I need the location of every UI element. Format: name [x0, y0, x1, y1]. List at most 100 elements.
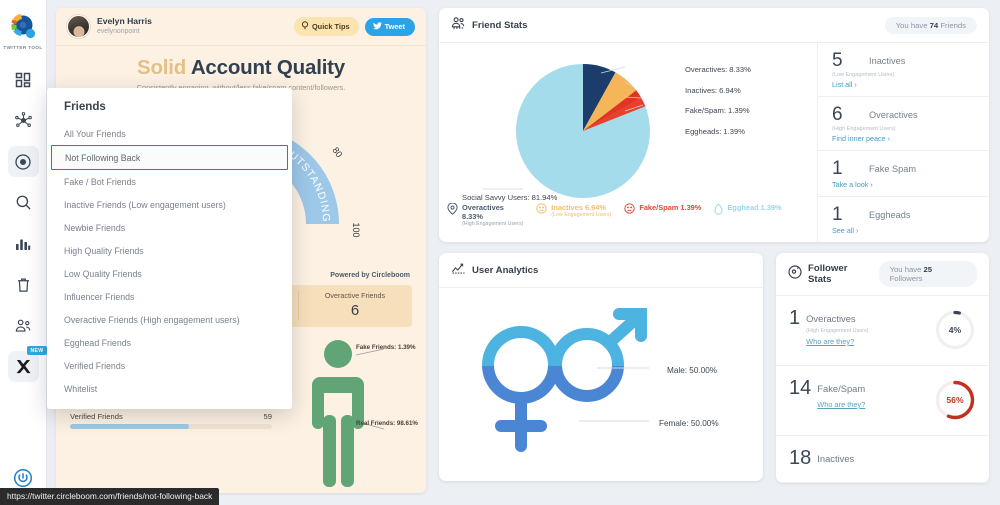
follower-count-badge: You have 25 Followers	[878, 261, 977, 287]
app-logo-label: TWITTER TOOL	[3, 45, 43, 50]
legend-value: 8.33%	[462, 212, 483, 222]
quick-tips-button[interactable]: Quick Tips	[293, 17, 359, 36]
dropdown-item-verified-friends[interactable]: Verified Friends	[47, 354, 292, 377]
legend-value: 6.94%	[584, 202, 606, 212]
sad-face-icon	[536, 203, 547, 216]
search-icon	[15, 194, 32, 211]
egg-icon	[714, 203, 723, 217]
dropdown-item-all-your-friends[interactable]: All Your Friends	[47, 122, 292, 145]
side-stat-inactives: 5 Inactives (Low Engagement Users) List …	[818, 43, 989, 97]
row-name: Fake/Spam	[817, 383, 866, 394]
row-texts: Fake/Spam Who are they?	[817, 379, 865, 409]
user-analytics-title: User Analytics	[472, 264, 539, 276]
pie-label: Eggheads: 1.39%	[685, 126, 745, 136]
dropdown-item-whitelist[interactable]: Whitelist	[47, 377, 292, 400]
legend-text: Inactives 6.94% (Low Engagement Users)	[551, 203, 611, 219]
counter-value: 6	[350, 302, 360, 319]
dropdown-item-overactive-friends[interactable]: Overactive Friends (High engagement user…	[47, 308, 292, 331]
badge-prefix: You have	[895, 20, 928, 30]
dropdown-title: Friends	[64, 100, 106, 113]
row-number: 14	[789, 377, 812, 399]
legend-name: Inactives	[551, 202, 583, 212]
header-actions: Quick Tips Tweet	[293, 17, 415, 36]
legend-sub: (Low Engagement Users)	[551, 212, 612, 219]
follower-stats-header: Follower Stats You have 25 Followers	[776, 253, 989, 296]
bar-chart-icon	[15, 236, 31, 252]
follower-stats-title: Follower Stats	[808, 263, 848, 285]
stat-link[interactable]: Find inner peace ›	[832, 134, 989, 143]
app-root: TWITTER TOOL NEW Evelyn Harris evelynonp…	[0, 0, 1000, 505]
dropdown-item-high-quality-friends[interactable]: High Quality Friends	[47, 239, 292, 262]
stat-name: Inactives	[869, 55, 906, 66]
sidebar-item-delete[interactable]	[8, 269, 39, 300]
sidebar-item-circle[interactable]	[7, 146, 39, 177]
legend-name: Overactives	[462, 202, 504, 212]
dropdown-item-low-quality-friends[interactable]: Low Quality Friends	[47, 262, 292, 285]
sidebar-item-dashboard[interactable]	[8, 64, 39, 95]
row-link[interactable]: Who are they?	[817, 400, 865, 409]
dropdown-item-not-following-back[interactable]: Not Following Back	[51, 145, 288, 170]
dropdown-item-egghead-friends[interactable]: Egghead Friends	[47, 331, 292, 354]
progress-ring: 4%	[934, 309, 976, 351]
sidebar-item-analytics[interactable]	[8, 228, 39, 259]
dropdown-item-inactive-friends[interactable]: Inactive Friends (Low engagement users)	[47, 193, 292, 216]
friend-stats-header: Friend Stats You have 74 Friends	[439, 8, 989, 43]
pie-label-list: Overactives: 8.33% Inactives: 6.94% Fake…	[685, 65, 751, 147]
right-column: Friend Stats You have 74 Friends Overact…	[439, 8, 989, 483]
left-sidebar: TWITTER TOOL NEW	[0, 0, 47, 505]
side-stat-overactives: 6 Overactives (High Engagement Users) Fi…	[818, 97, 989, 151]
friend-stats-title: Friend Stats	[472, 19, 528, 31]
legend-name: Egghead	[727, 202, 759, 212]
dropdown-item-newbie-friends[interactable]: Newbie Friends	[47, 216, 292, 239]
stat-link[interactable]: List all ›	[832, 80, 989, 89]
stat-link[interactable]: Take a look ›	[832, 180, 989, 189]
user-analytics-card: User Analytics Male: 50.00% Female: 50.0…	[439, 253, 763, 481]
fake-friends-annotation: Fake Friends: 1.39%	[356, 344, 416, 351]
stat-number: 1	[832, 158, 843, 179]
bar-track	[70, 424, 272, 429]
male-label: Male: 50.00%	[667, 366, 718, 375]
stat-link[interactable]: See all ›	[832, 226, 989, 235]
stat-number: 1	[832, 204, 843, 225]
stat-sub: (Low Engagement Users)	[832, 72, 895, 78]
dropdown-item-influencer-friends[interactable]: Influencer Friends	[47, 285, 292, 308]
real-vs-fake-figure: Fake Friends: 1.39% Real Friends: 98.61%	[280, 337, 418, 487]
legend-item-overactives: Overactives 8.33% (High Engagement Users…	[447, 202, 523, 228]
sidebar-item-search[interactable]	[8, 187, 39, 218]
grid-icon	[15, 72, 31, 88]
bar-row: Verified Friends 59	[70, 412, 272, 429]
badge-suffix: Friends	[940, 20, 966, 30]
app-logo-icon[interactable]	[6, 9, 40, 43]
new-badge: NEW	[27, 346, 47, 355]
bar-label: Verified Friends	[70, 412, 123, 421]
badge-suffix: Followers	[889, 274, 923, 283]
sidebar-item-network[interactable]	[8, 105, 39, 136]
legend-item-egghead: Egghead 1.39%	[714, 202, 782, 217]
female-label: Female: 50.00%	[659, 419, 719, 428]
bar-fill	[70, 424, 190, 429]
dropdown-item-fake-bot-friends[interactable]: Fake / Bot Friends	[47, 170, 292, 193]
account-identity: Evelyn Harris evelynonpoint	[97, 16, 152, 36]
friend-count-badge: You have 74 Friends	[884, 16, 977, 34]
legend-item-fake-spam: Fake/Spam 1.39%	[624, 203, 701, 216]
secondary-row: User Analytics Male: 50.00% Female: 50.0…	[439, 253, 989, 483]
counter-label: Overactive Friends	[324, 291, 386, 300]
friend-stats-legend: Overactives 8.33% (High Engagement Users…	[439, 199, 817, 238]
row-link[interactable]: Who are they?	[806, 337, 868, 346]
twitter-bird-icon	[372, 21, 382, 32]
user-analytics-body: Male: 50.00% Female: 50.00%	[439, 288, 763, 481]
stat-number: 6	[832, 104, 843, 125]
row-name: Inactives	[817, 453, 855, 464]
svg-text:80: 80	[330, 145, 344, 159]
follower-row-overactives: 1 Overactives (High Engagement Users) Wh…	[776, 296, 989, 366]
title-accent: Solid	[136, 56, 187, 79]
sidebar-item-x[interactable]: NEW	[7, 346, 47, 382]
friend-stats-body: Overactives: 8.33% Inactives: 6.94% Fake…	[439, 43, 989, 242]
tweet-label: Tweet	[384, 22, 405, 31]
tweet-button[interactable]: Tweet	[364, 17, 415, 36]
legend-item-inactives: Inactives 6.94% (Low Engagement Users)	[536, 203, 611, 219]
sidebar-item-users[interactable]	[8, 310, 39, 341]
friend-stats-card: Friend Stats You have 74 Friends Overact…	[439, 8, 989, 242]
user-analytics-header: User Analytics	[439, 253, 763, 288]
counter-card: Overactive Friends 6	[298, 285, 412, 327]
